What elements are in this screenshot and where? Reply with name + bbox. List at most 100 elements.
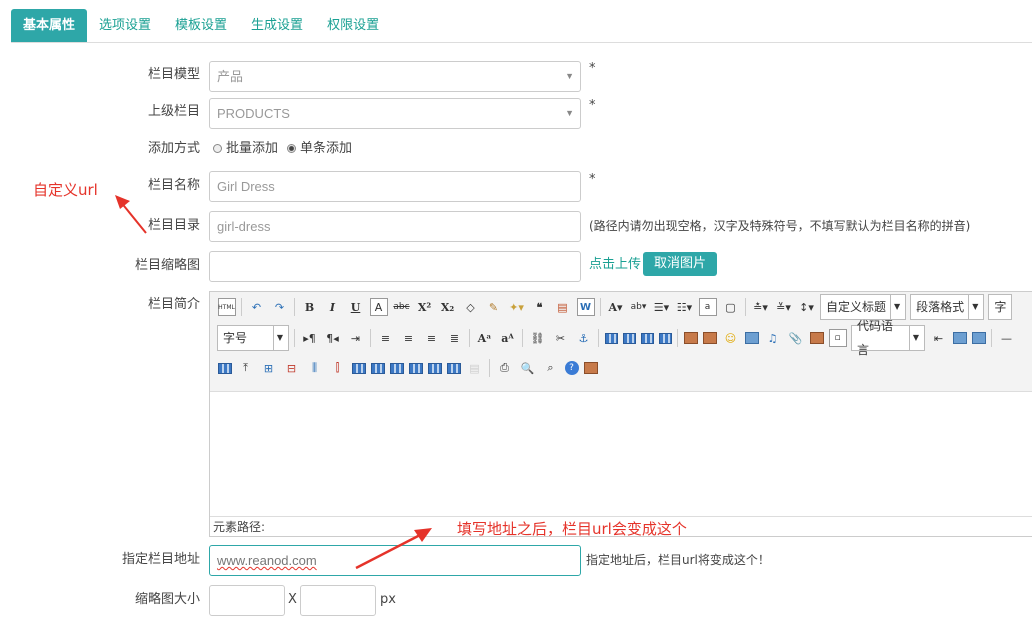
font-family-select[interactable]: 字 (988, 294, 1013, 320)
page-break-icon[interactable]: ⇤ (930, 329, 948, 347)
anchor-icon[interactable]: ⚓ (575, 329, 593, 347)
line-height-icon[interactable]: ↕▾ (798, 298, 816, 316)
code-language-select[interactable]: 代码语言 ▼ (851, 319, 925, 357)
merge-cells-icon[interactable] (351, 362, 366, 374)
emotion-icon[interactable]: ☺ (722, 329, 740, 347)
image-right-icon[interactable] (640, 332, 654, 344)
align-center-icon[interactable]: ≡ (400, 329, 418, 347)
radio-batch[interactable]: 批量添加 (213, 133, 278, 165)
redo-icon[interactable]: ↷ (271, 298, 289, 316)
underline-icon[interactable]: U (347, 298, 365, 316)
tab-template-settings[interactable]: 模板设置 (163, 9, 239, 42)
eraser-icon[interactable]: ◇ (462, 298, 480, 316)
delete-row-icon[interactable]: ⊟ (283, 359, 301, 377)
tab-generate-settings[interactable]: 生成设置 (239, 9, 315, 42)
search-replace-icon[interactable]: ⌕ (542, 359, 560, 377)
paragraph-format-select[interactable]: 段落格式 ▼ (910, 294, 985, 320)
rtl-icon[interactable]: ¶◂ (324, 329, 342, 347)
insert-row-icon[interactable]: ⊞ (260, 359, 278, 377)
print-icon[interactable]: ⎙ (496, 359, 514, 377)
tab-basic-properties[interactable]: 基本属性 (11, 9, 88, 42)
tab-option-settings[interactable]: 选项设置 (87, 9, 163, 42)
cancel-image-button[interactable]: 取消图片 (643, 252, 718, 276)
align-justify-icon[interactable]: ≣ (446, 329, 464, 347)
times-sign: X (288, 592, 297, 607)
lowercase-icon[interactable]: aᴬ (499, 329, 517, 347)
row-dir: 栏目目录 girl-dress (路径内请勿出现空格，汉字及特殊符号，不填写默认… (0, 210, 1032, 242)
border-text-icon[interactable]: A (369, 298, 388, 316)
preview-icon[interactable]: 🔍 (519, 359, 537, 377)
tab-permission-settings[interactable]: 权限设置 (315, 9, 391, 42)
subscript-icon[interactable]: X₂ (439, 298, 457, 316)
name-input[interactable]: Girl Dress (209, 171, 581, 202)
map-icon[interactable] (809, 332, 824, 344)
insert-table-icon[interactable] (217, 362, 232, 374)
merge-down-icon[interactable] (389, 362, 404, 374)
highlight-color-icon[interactable]: ab▾ (630, 298, 648, 316)
blockquote-icon[interactable]: ❝ (531, 298, 549, 316)
strikethrough-icon[interactable]: abc (393, 298, 411, 316)
insert-video-icon[interactable] (744, 332, 759, 344)
horizontal-rule-icon[interactable]: — (998, 329, 1016, 347)
align-right-icon[interactable]: ≡ (423, 329, 441, 347)
clear-doc-icon[interactable]: ▢ (722, 298, 740, 316)
merge-right-icon[interactable] (370, 362, 385, 374)
dir-input[interactable]: girl-dress (209, 211, 581, 242)
image-none-icon[interactable] (604, 332, 618, 344)
radio-single[interactable]: 单条添加 (287, 133, 352, 165)
help-icon[interactable]: ? (564, 361, 579, 375)
thumb-width-input[interactable] (209, 585, 285, 616)
model-select[interactable]: 产品 ▼ (209, 61, 581, 92)
simple-upload-icon[interactable] (683, 332, 698, 344)
parent-select[interactable]: PRODUCTS ▼ (209, 98, 581, 129)
undo-icon[interactable]: ↶ (248, 298, 266, 316)
font-size-select[interactable]: 字号 ▼ (217, 325, 289, 351)
upload-link[interactable]: 点击上传 (589, 250, 641, 280)
row-spacing-bottom-icon[interactable]: ≚▾ (775, 298, 793, 316)
row-thumb-size: 缩略图大小 X px (0, 584, 1032, 616)
unlink-icon[interactable]: ✂ (552, 329, 570, 347)
required-mark: * (589, 98, 596, 113)
paste-plain-icon[interactable]: ▤ (554, 298, 572, 316)
insert-frame-icon[interactable]: ▫ (828, 329, 847, 347)
ordered-list-icon[interactable]: ☰▾ (653, 298, 671, 316)
radio-batch-label: 批量添加 (226, 141, 279, 156)
word-paste-icon[interactable]: W (576, 298, 595, 316)
editor-content-area[interactable] (210, 392, 1032, 516)
background-icon[interactable] (971, 332, 986, 344)
split-rows-icon[interactable] (427, 362, 442, 374)
split-cols-icon[interactable] (446, 362, 461, 374)
template-icon[interactable] (952, 332, 967, 344)
delete-col-icon[interactable]: ⫿ (329, 359, 347, 377)
insert-col-icon[interactable]: ⫼ (306, 359, 324, 377)
intro-label: 栏目简介 (147, 297, 200, 312)
html-source-icon[interactable]: HTML (217, 298, 236, 316)
image-center-icon[interactable] (658, 332, 672, 344)
image-left-icon[interactable] (622, 332, 636, 344)
link-icon[interactable]: ⛓ (529, 329, 547, 347)
draft-icon[interactable] (583, 362, 598, 374)
uppercase-icon[interactable]: Aᵃ (476, 329, 494, 347)
split-cells-icon[interactable] (408, 362, 423, 374)
superscript-icon[interactable]: X² (416, 298, 434, 316)
unordered-list-icon[interactable]: ☷▾ (676, 298, 694, 316)
select-all-icon[interactable]: a (698, 298, 717, 316)
music-icon[interactable]: ♫ (764, 329, 782, 347)
bold-icon[interactable]: B (301, 298, 319, 316)
thumb-input[interactable] (209, 251, 581, 282)
row-spacing-top-icon[interactable]: ≛▾ (752, 298, 770, 316)
insert-paragraph-before-table-icon[interactable]: ⤒ (237, 359, 255, 377)
align-left-icon[interactable]: ≡ (377, 329, 395, 347)
auto-format-icon[interactable]: ✦▾ (508, 298, 526, 316)
ltr-icon[interactable]: ▸¶ (301, 329, 319, 347)
chart-icon[interactable]: ▤ (466, 359, 484, 377)
indent-icon[interactable]: ⇥ (347, 329, 365, 347)
thumb-height-input[interactable] (300, 585, 376, 616)
format-brush-icon[interactable]: ✎ (485, 298, 503, 316)
font-color-icon[interactable]: A▾ (607, 298, 625, 316)
dir-label: 栏目目录 (147, 218, 200, 233)
attachment-icon[interactable]: 📎 (787, 329, 805, 347)
insert-image-icon[interactable] (702, 332, 717, 344)
url-label: 指定栏目地址 (121, 552, 200, 567)
italic-icon[interactable]: I (324, 298, 342, 316)
